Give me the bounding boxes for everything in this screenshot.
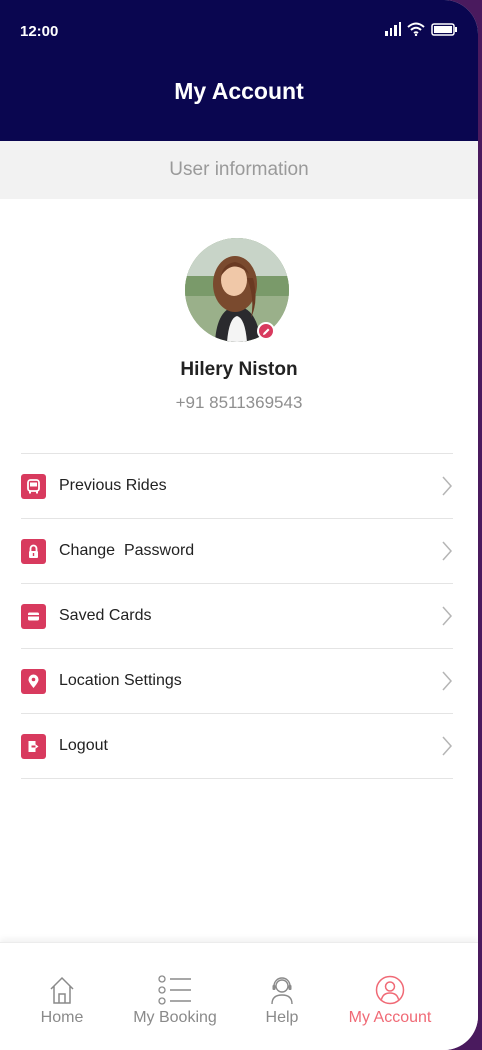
section-header-label: User information [169, 159, 309, 180]
chevron-right-icon [442, 541, 453, 561]
logout-icon [21, 733, 46, 759]
lock-icon [21, 538, 46, 564]
nav-home[interactable]: Home [36, 971, 88, 1027]
card-icon [21, 603, 46, 629]
status-time: 12:00 [20, 23, 59, 40]
menu-item-location-settings[interactable]: Location Settings [21, 649, 453, 714]
menu-item-logout[interactable]: Logout [21, 714, 453, 779]
phone-screen: 12:00 My Account User information Hilery… [0, 0, 478, 1050]
battery-icon [431, 23, 458, 36]
page-title: My Account [174, 78, 304, 104]
menu-item-saved-cards[interactable]: Saved Cards [21, 584, 453, 649]
signal-icon [385, 22, 401, 36]
app-header: 12:00 My Account [0, 0, 478, 141]
home-icon [36, 971, 88, 1005]
chevron-right-icon [442, 606, 453, 626]
nav-label: Help [265, 1009, 299, 1026]
menu-item-label: Change Password [59, 542, 195, 559]
nav-label: Home [40, 1009, 84, 1026]
nav-my-account[interactable]: My Account [340, 971, 440, 1027]
nav-my-booking[interactable]: My Booking [128, 971, 222, 1027]
support-agent-icon [258, 971, 306, 1005]
chevron-right-icon [442, 476, 453, 496]
section-header: User information [0, 141, 478, 199]
account-menu: Previous Rides Change Password Saved Car… [21, 453, 453, 779]
user-icon [340, 971, 440, 1005]
bus-icon [21, 473, 46, 499]
list-icon [128, 971, 222, 1005]
nav-label: My Booking [133, 1009, 217, 1026]
menu-item-label: Location Settings [59, 672, 182, 689]
status-icons [385, 22, 458, 36]
menu-item-change-password[interactable]: Change Password [21, 519, 453, 584]
bottom-navigation: Home My Booking Help My Account [0, 942, 478, 1050]
nav-help[interactable]: Help [258, 971, 306, 1027]
menu-item-label: Logout [59, 737, 108, 754]
avatar-container[interactable] [185, 238, 289, 342]
chevron-right-icon [442, 736, 453, 756]
location-pin-icon [21, 668, 46, 694]
nav-label: My Account [348, 1009, 432, 1026]
menu-item-previous-rides[interactable]: Previous Rides [21, 454, 453, 519]
profile-phone: +91 8511369543 [175, 393, 303, 412]
profile-name: Hilery Niston [180, 359, 298, 380]
menu-item-label: Saved Cards [59, 607, 152, 624]
edit-photo-icon[interactable] [257, 322, 275, 340]
chevron-right-icon [442, 671, 453, 691]
menu-item-label: Previous Rides [59, 477, 167, 494]
wifi-icon [407, 22, 425, 36]
